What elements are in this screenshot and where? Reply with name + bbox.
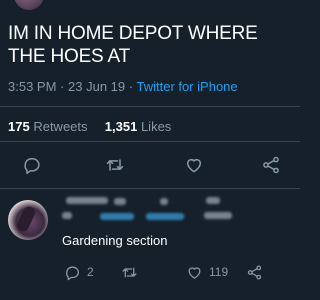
reply-retweet-button[interactable] [121, 262, 138, 282]
redacted-name [206, 197, 220, 204]
reply-reply-count: 2 [87, 265, 94, 279]
reply-avatar[interactable] [8, 200, 48, 240]
tweet-client-link[interactable]: Twitter for iPhone [136, 79, 237, 94]
reply-icon [24, 158, 40, 175]
author-avatar[interactable] [14, 0, 44, 10]
tweet-time: 3:53 PM [8, 79, 57, 94]
reply-text: Gardening section [62, 233, 168, 248]
redacted-name [114, 198, 126, 205]
likes-label[interactable]: Likes [141, 119, 171, 134]
likes-count[interactable]: 1,351 [105, 119, 138, 134]
redacted-name [66, 197, 108, 204]
divider [0, 141, 300, 142]
share-icon [247, 264, 262, 280]
reply-like-count: 119 [209, 265, 229, 279]
tweet-meta: 3:53 PM · 23 Jun 19 · Twitter for iPhone [8, 79, 238, 94]
like-icon [188, 266, 201, 279]
tweet-actions [0, 153, 300, 177]
retweet-button[interactable] [103, 153, 127, 177]
divider [0, 188, 300, 189]
retweet-icon [106, 159, 124, 171]
redacted-handle [146, 213, 184, 220]
reply-actions: 2 119 [0, 262, 300, 282]
tweet-text: IM IN HOME DEPOT WHERE THE HOES AT [8, 23, 258, 67]
tweet-stats: 175 Retweets 1,351 Likes [8, 119, 171, 134]
share-icon [263, 156, 279, 174]
reply-reply-button[interactable]: 2 [64, 262, 94, 282]
retweets-label[interactable]: Retweets [33, 119, 87, 134]
meta-separator: · [60, 79, 65, 94]
divider [0, 106, 300, 107]
share-button[interactable] [259, 153, 283, 177]
like-icon [187, 159, 201, 173]
retweet-icon [122, 267, 137, 277]
like-button[interactable] [182, 153, 206, 177]
reply-like-button[interactable]: 119 [186, 262, 228, 282]
redacted-handle [204, 212, 232, 219]
redacted-name [160, 198, 168, 205]
redacted-handle [100, 213, 134, 220]
retweets-count[interactable]: 175 [8, 119, 30, 134]
reply-share-button[interactable] [246, 262, 263, 282]
meta-separator: · [128, 79, 134, 94]
tweet-date: 23 Jun 19 [68, 79, 126, 94]
redacted-handle [62, 212, 72, 219]
reply-icon [66, 266, 79, 280]
reply-button[interactable] [20, 153, 44, 177]
